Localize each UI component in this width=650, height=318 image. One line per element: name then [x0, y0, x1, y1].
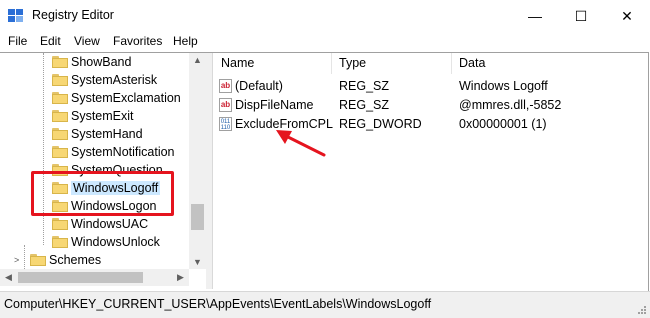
resize-grip-icon[interactable]	[637, 305, 647, 315]
status-path: Computer\HKEY_CURRENT_USER\AppEvents\Eve…	[4, 297, 432, 311]
red-arrow-icon	[276, 130, 326, 157]
status-bar: Computer\HKEY_CURRENT_USER\AppEvents\Eve…	[0, 291, 650, 318]
